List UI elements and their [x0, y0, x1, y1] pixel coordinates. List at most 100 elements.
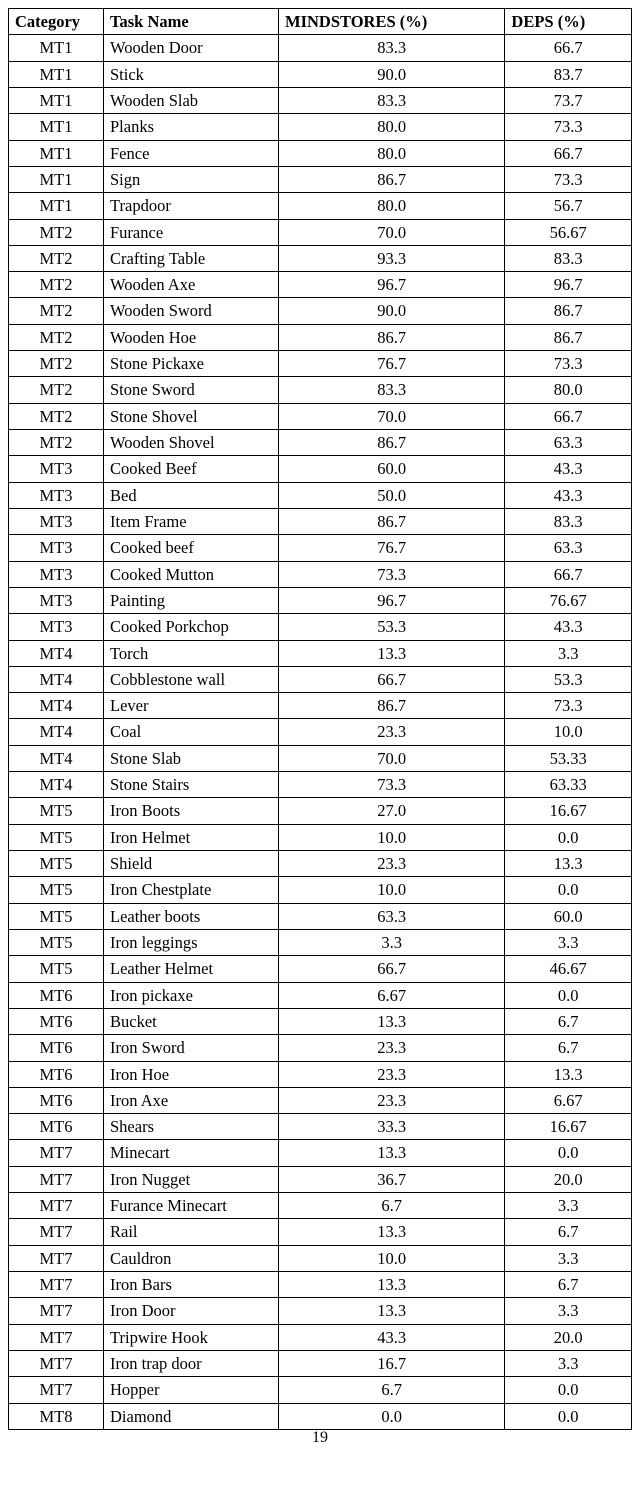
cell-deps: 20.0 [505, 1166, 632, 1192]
cell-mindstores: 23.3 [279, 1035, 505, 1061]
cell-deps: 46.67 [505, 956, 632, 982]
page-number: 19 [8, 1429, 632, 1447]
cell-category: MT7 [9, 1245, 104, 1271]
table-row: MT7Hopper6.70.0 [9, 1377, 632, 1403]
cell-category: MT7 [9, 1219, 104, 1245]
cell-task: Stone Stairs [104, 772, 279, 798]
table-row: MT5Iron Helmet10.00.0 [9, 824, 632, 850]
cell-deps: 6.7 [505, 1008, 632, 1034]
cell-mindstores: 73.3 [279, 561, 505, 587]
table-row: MT5Leather Helmet66.746.67 [9, 956, 632, 982]
cell-task: Iron Door [104, 1298, 279, 1324]
cell-mindstores: 23.3 [279, 719, 505, 745]
cell-mindstores: 13.3 [279, 640, 505, 666]
cell-deps: 83.3 [505, 508, 632, 534]
cell-mindstores: 86.7 [279, 693, 505, 719]
cell-deps: 3.3 [505, 1245, 632, 1271]
cell-deps: 73.3 [505, 351, 632, 377]
table-row: MT4Cobblestone wall66.753.3 [9, 666, 632, 692]
cell-category: MT4 [9, 640, 104, 666]
cell-task: Shield [104, 851, 279, 877]
table-row: MT3Cooked Mutton73.366.7 [9, 561, 632, 587]
cell-category: MT5 [9, 851, 104, 877]
table-row: MT2Wooden Shovel86.763.3 [9, 430, 632, 456]
cell-category: MT5 [9, 824, 104, 850]
table-row: MT4Coal23.310.0 [9, 719, 632, 745]
cell-mindstores: 90.0 [279, 298, 505, 324]
cell-category: MT2 [9, 403, 104, 429]
cell-mindstores: 96.7 [279, 272, 505, 298]
cell-category: MT8 [9, 1403, 104, 1429]
table-row: MT7Tripwire Hook43.320.0 [9, 1324, 632, 1350]
cell-deps: 10.0 [505, 719, 632, 745]
cell-task: Wooden Hoe [104, 324, 279, 350]
cell-deps: 66.7 [505, 561, 632, 587]
cell-deps: 56.7 [505, 193, 632, 219]
cell-mindstores: 23.3 [279, 851, 505, 877]
cell-mindstores: 16.7 [279, 1350, 505, 1376]
table-row: MT1Wooden Door83.366.7 [9, 35, 632, 61]
cell-deps: 73.3 [505, 114, 632, 140]
cell-deps: 43.3 [505, 456, 632, 482]
table-row: MT7Iron trap door16.73.3 [9, 1350, 632, 1376]
cell-mindstores: 80.0 [279, 140, 505, 166]
table-row: MT2Wooden Sword90.086.7 [9, 298, 632, 324]
cell-category: MT2 [9, 377, 104, 403]
cell-mindstores: 53.3 [279, 614, 505, 640]
cell-category: MT6 [9, 982, 104, 1008]
cell-category: MT3 [9, 614, 104, 640]
cell-deps: 63.3 [505, 430, 632, 456]
cell-mindstores: 70.0 [279, 403, 505, 429]
cell-category: MT3 [9, 456, 104, 482]
cell-category: MT1 [9, 140, 104, 166]
cell-mindstores: 6.67 [279, 982, 505, 1008]
cell-category: MT2 [9, 245, 104, 271]
cell-category: MT4 [9, 719, 104, 745]
table-row: MT2Crafting Table93.383.3 [9, 245, 632, 271]
table-row: MT6Shears33.316.67 [9, 1114, 632, 1140]
cell-task: Diamond [104, 1403, 279, 1429]
cell-mindstores: 6.7 [279, 1377, 505, 1403]
cell-task: Hopper [104, 1377, 279, 1403]
cell-deps: 13.3 [505, 1061, 632, 1087]
cell-deps: 43.3 [505, 614, 632, 640]
cell-task: Iron Nugget [104, 1166, 279, 1192]
cell-task: Wooden Axe [104, 272, 279, 298]
cell-task: Iron Chestplate [104, 877, 279, 903]
cell-mindstores: 70.0 [279, 745, 505, 771]
cell-task: Cobblestone wall [104, 666, 279, 692]
cell-mindstores: 3.3 [279, 929, 505, 955]
header-deps: DEPS (%) [505, 9, 632, 35]
table-row: MT4Torch13.33.3 [9, 640, 632, 666]
cell-deps: 83.7 [505, 61, 632, 87]
cell-deps: 0.0 [505, 824, 632, 850]
table-row: MT3Painting96.776.67 [9, 587, 632, 613]
table-row: MT7Iron Door13.33.3 [9, 1298, 632, 1324]
cell-category: MT7 [9, 1324, 104, 1350]
cell-mindstores: 27.0 [279, 798, 505, 824]
cell-task: Stick [104, 61, 279, 87]
cell-mindstores: 63.3 [279, 903, 505, 929]
cell-category: MT1 [9, 166, 104, 192]
cell-mindstores: 70.0 [279, 219, 505, 245]
cell-mindstores: 13.3 [279, 1140, 505, 1166]
cell-task: Iron pickaxe [104, 982, 279, 1008]
cell-category: MT6 [9, 1008, 104, 1034]
cell-task: Shears [104, 1114, 279, 1140]
cell-task: Bucket [104, 1008, 279, 1034]
cell-deps: 3.3 [505, 1298, 632, 1324]
cell-task: Fence [104, 140, 279, 166]
cell-deps: 96.7 [505, 272, 632, 298]
cell-category: MT7 [9, 1140, 104, 1166]
table-row: MT1Trapdoor80.056.7 [9, 193, 632, 219]
cell-mindstores: 96.7 [279, 587, 505, 613]
cell-category: MT3 [9, 482, 104, 508]
cell-category: MT2 [9, 298, 104, 324]
cell-deps: 86.7 [505, 298, 632, 324]
cell-mindstores: 50.0 [279, 482, 505, 508]
cell-category: MT6 [9, 1035, 104, 1061]
header-mindstores: MINDSTORES (%) [279, 9, 505, 35]
cell-deps: 6.7 [505, 1272, 632, 1298]
cell-category: MT7 [9, 1193, 104, 1219]
cell-category: MT2 [9, 324, 104, 350]
